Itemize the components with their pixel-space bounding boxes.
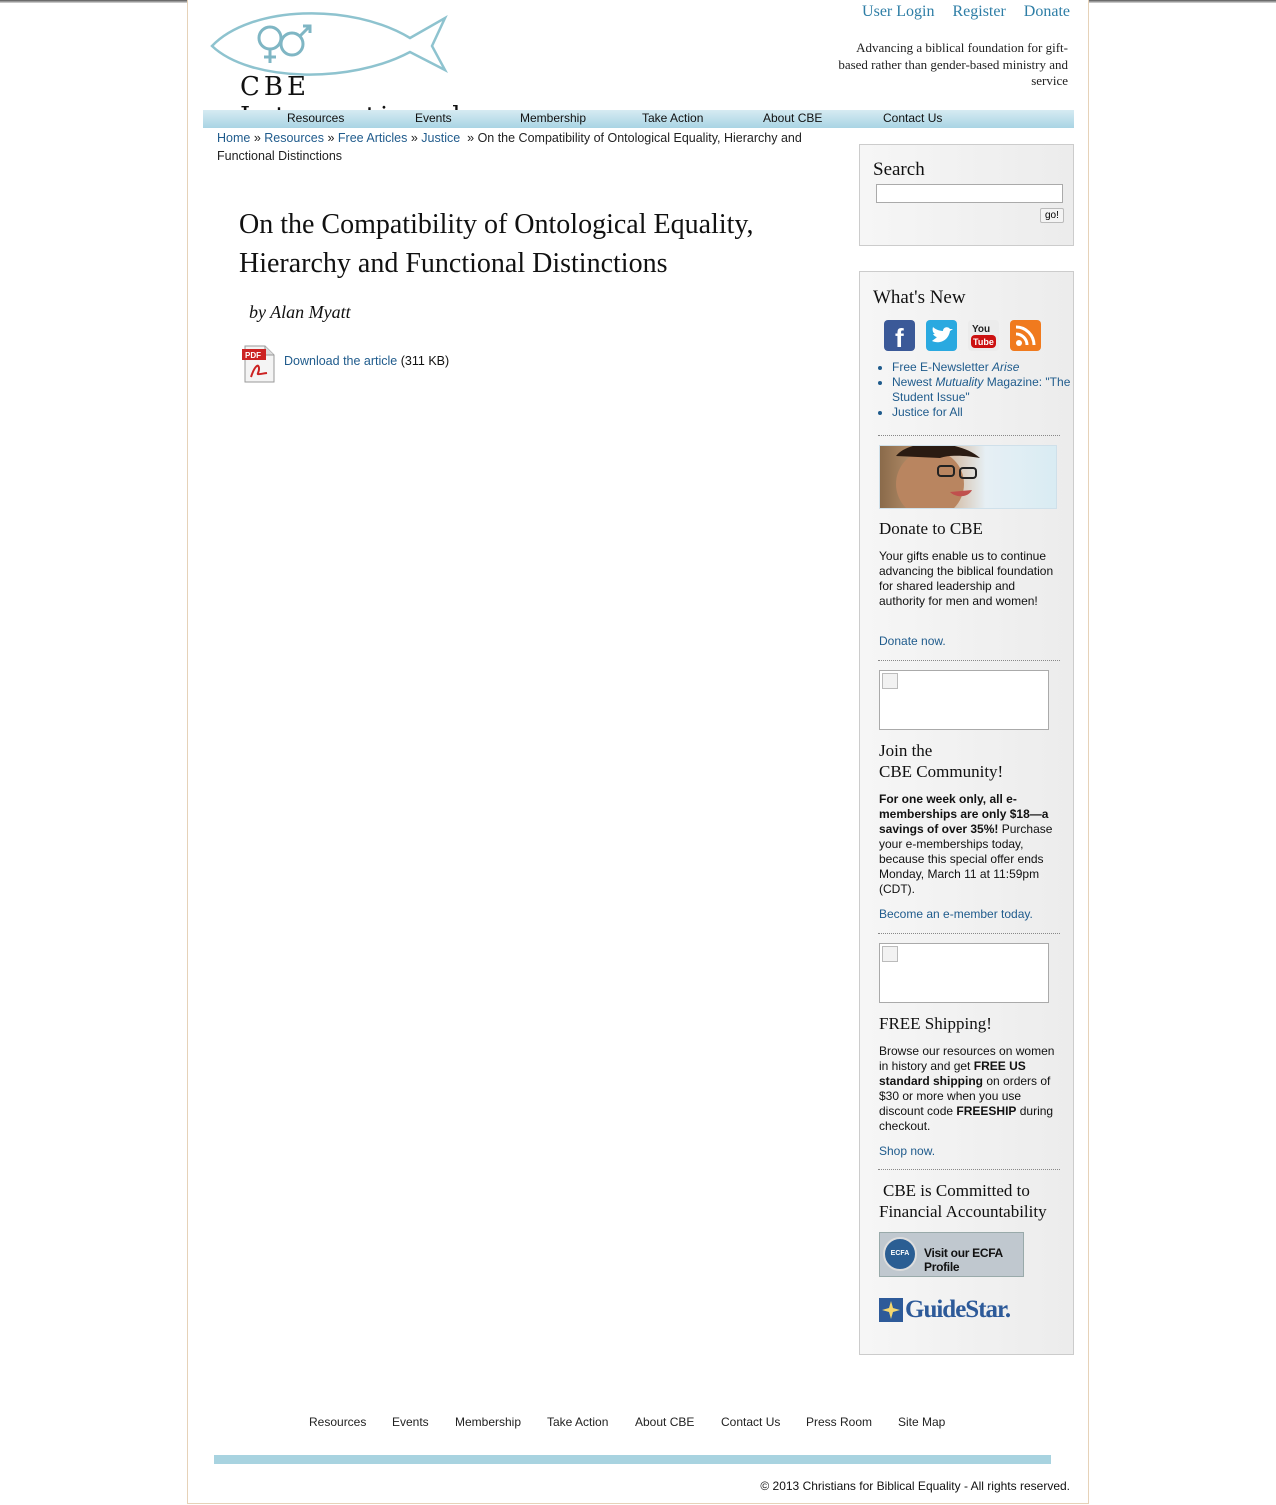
donate-now-link[interactable]: Donate now.: [879, 634, 946, 648]
svg-text:PDF: PDF: [245, 351, 261, 360]
search-input[interactable]: [876, 184, 1063, 203]
whats-new-heading: What's New: [873, 287, 966, 308]
youtube-icon[interactable]: You Tube: [968, 320, 999, 351]
breadcrumb-home[interactable]: Home: [217, 131, 250, 145]
shipping-text: Browse our resources on women in history…: [879, 1044, 1055, 1133]
footer-press-room[interactable]: Press Room: [806, 1415, 872, 1429]
broken-image-placeholder: [879, 670, 1049, 730]
page-container: CBE International User Login Register Do…: [187, 0, 1089, 1504]
fish-symbol-icon: [210, 12, 449, 76]
news-list: Free E-Newsletter Arise Newest Mutuality…: [878, 360, 1072, 420]
twitter-icon[interactable]: [926, 320, 957, 351]
search-heading: Search: [873, 159, 925, 180]
footer-membership[interactable]: Membership: [455, 1415, 521, 1429]
shop-now-link[interactable]: Shop now.: [879, 1144, 935, 1158]
donate-promo-image[interactable]: [879, 445, 1057, 509]
nav-membership[interactable]: Membership: [520, 111, 586, 125]
article-byline: by Alan Myatt: [249, 302, 351, 322]
breadcrumb-justice[interactable]: Justice: [421, 131, 460, 145]
donate-link[interactable]: Donate: [1024, 3, 1070, 20]
broken-image-placeholder: [879, 943, 1049, 1003]
news-item-justice[interactable]: Justice for All: [892, 405, 1072, 420]
breadcrumb-resources[interactable]: Resources: [264, 131, 324, 145]
svg-text:f: f: [895, 323, 904, 351]
svg-text:Tube: Tube: [973, 337, 994, 347]
search-go-button[interactable]: go!: [1040, 208, 1064, 223]
broken-image-icon: [882, 673, 898, 689]
news-item-arise[interactable]: Free E-Newsletter Arise: [892, 360, 1072, 375]
footer-take-action[interactable]: Take Action: [547, 1415, 608, 1429]
register-link[interactable]: Register: [952, 3, 1005, 20]
tagline: Advancing a biblical foundation for gift…: [838, 40, 1068, 88]
breadcrumb: Home » Resources » Free Articles » Justi…: [217, 131, 802, 163]
news-item-mutuality[interactable]: Newest Mutuality Magazine: "The Student …: [892, 375, 1072, 405]
footer-contact-us[interactable]: Contact Us: [721, 1415, 780, 1429]
copyright: © 2013 Christians for Biblical Equality …: [760, 1479, 1070, 1493]
svg-text:You: You: [972, 324, 990, 335]
nav-about-cbe[interactable]: About CBE: [763, 111, 822, 125]
footer-bar: [214, 1455, 1051, 1464]
nav-take-action[interactable]: Take Action: [642, 111, 703, 125]
nav-contact-us[interactable]: Contact Us: [883, 111, 942, 125]
accountability-heading: CBE is Committed to Financial Accountabi…: [879, 1181, 1047, 1221]
breadcrumb-free-articles[interactable]: Free Articles: [338, 131, 407, 145]
divider: [878, 933, 1060, 934]
main-nav: Resources Events Membership Take Action …: [203, 110, 1074, 128]
become-e-member-link[interactable]: Become an e-member today.: [879, 907, 1033, 921]
rss-icon[interactable]: [1010, 320, 1041, 351]
cbe-logo[interactable]: CBE International: [210, 8, 500, 132]
ecfa-profile-badge[interactable]: ECFA Visit our ECFA Profile: [879, 1232, 1024, 1277]
user-login-link[interactable]: User Login: [862, 3, 934, 20]
facebook-icon[interactable]: f: [884, 320, 915, 351]
broken-image-icon: [882, 946, 898, 962]
footer-site-map[interactable]: Site Map: [898, 1415, 945, 1429]
divider: [878, 1169, 1060, 1170]
ecfa-seal-icon: ECFA: [883, 1237, 917, 1271]
nav-resources[interactable]: Resources: [287, 111, 344, 125]
top-links: User Login Register Donate: [848, 3, 1070, 21]
divider: [878, 660, 1060, 661]
pdf-icon[interactable]: PDF: [241, 345, 275, 383]
footer-about-cbe[interactable]: About CBE: [635, 1415, 694, 1429]
join-heading: Join the CBE Community!: [879, 741, 1004, 781]
article-title: On the Compatibility of Ontological Equa…: [239, 209, 754, 279]
whats-new-box: What's New f You Tube Free E-Newsletter A…: [859, 271, 1074, 1355]
search-box: Search go!: [859, 144, 1074, 246]
download-article-link[interactable]: Download the article: [284, 354, 397, 368]
guidestar-star-icon: [879, 1298, 903, 1322]
shipping-heading: FREE Shipping!: [879, 1014, 992, 1033]
file-size: (311 KB): [400, 354, 450, 368]
download-row: Download the article (311 KB): [284, 354, 449, 368]
divider: [878, 435, 1060, 436]
footer-events[interactable]: Events: [392, 1415, 429, 1429]
footer-resources[interactable]: Resources: [309, 1415, 366, 1429]
join-text: For one week only, all e-memberships are…: [879, 792, 1053, 896]
donate-heading: Donate to CBE: [879, 519, 983, 538]
nav-events[interactable]: Events: [415, 111, 452, 125]
donate-text: Your gifts enable us to continue advanci…: [879, 549, 1054, 608]
